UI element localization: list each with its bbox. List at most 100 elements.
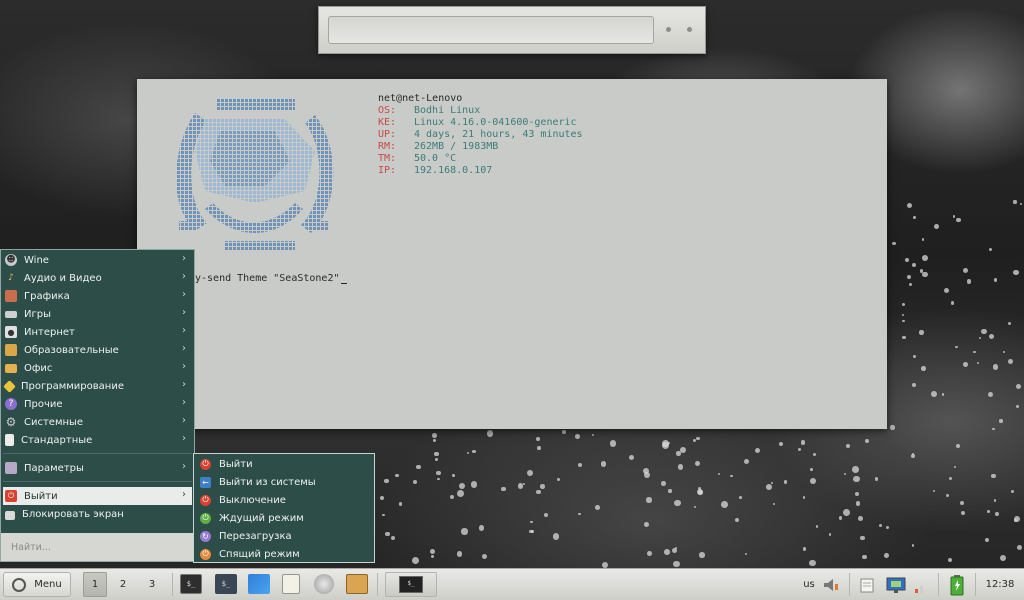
wallpaper-flower	[922, 255, 929, 262]
keyboard-layout-indicator[interactable]: us	[800, 572, 818, 597]
menu-item-system[interactable]: ⚙ Системные ›	[3, 413, 192, 431]
wallpaper-flower	[738, 495, 742, 499]
wallpaper-flower	[430, 548, 436, 554]
wallpaper-flower	[1015, 405, 1019, 409]
submenu-item-logout[interactable]: ← Выйти из системы	[196, 473, 372, 491]
wallpaper-flower	[813, 452, 817, 456]
taskbar: Menu 1 2 3 $_ $_ $_ us 12:38	[0, 568, 1024, 600]
wallpaper-flower	[945, 493, 949, 497]
wallpaper-flower	[673, 560, 680, 567]
wallpaper-flower	[481, 554, 488, 560]
wallpaper-flower	[754, 447, 761, 454]
wallpaper-flower	[434, 452, 439, 457]
menu-item-wine[interactable]: ☻ Wine ›	[3, 251, 192, 269]
submenu-item-hibernate[interactable]: ⏻ Спящий режим	[196, 545, 372, 563]
power-icon: ⏻	[200, 458, 211, 470]
menu-item-graphics[interactable]: Графика ›	[3, 287, 192, 305]
taskbar-separator	[172, 573, 173, 596]
menu-item-office[interactable]: Офис ›	[3, 359, 192, 377]
display-icon[interactable]	[884, 572, 908, 597]
wallpaper-flower	[992, 427, 995, 431]
menu-item-education[interactable]: Образовательные ›	[3, 341, 192, 359]
menu-separator	[3, 453, 192, 454]
games-icon	[5, 310, 17, 318]
browser-icon[interactable]	[314, 574, 334, 594]
wallpaper-flower	[744, 459, 750, 464]
menu-item-audio-video[interactable]: ♪ Аудио и Видео ›	[3, 269, 192, 287]
menu-button[interactable]: Menu	[3, 572, 71, 597]
terminal-hostname: net@net-Lenovo	[378, 93, 463, 104]
wallpaper-flower	[948, 476, 952, 480]
wallpaper-flower	[922, 271, 929, 278]
wallpaper-flower	[988, 248, 993, 252]
menu-item-internet[interactable]: ● Интернет ›	[3, 323, 192, 341]
wallpaper-flower	[720, 501, 728, 508]
wine-icon: ☻	[5, 254, 17, 266]
wallpaper-flower	[874, 477, 879, 482]
wallpaper-flower	[561, 430, 566, 435]
workspace-1[interactable]: 1	[83, 572, 107, 597]
logout-submenu: ⏻ Выйти ← Выйти из системы ⏻ Выключение …	[193, 453, 375, 563]
wallpaper-flower	[1013, 518, 1017, 522]
info-row-temp: TM: 50.0 °C	[378, 153, 457, 164]
terminal-alt-launcher-icon[interactable]: $_	[215, 574, 237, 594]
wallpaper-flower	[735, 518, 740, 523]
menu-item-games[interactable]: Игры ›	[3, 305, 192, 323]
wallpaper-flower	[395, 473, 400, 478]
wallpaper-flower	[809, 467, 813, 471]
archive-icon[interactable]	[346, 574, 368, 594]
wallpaper-flower	[529, 529, 533, 534]
bodhi-ascii-logo	[176, 99, 334, 251]
help-icon: ?	[5, 398, 17, 410]
submenu-item-exit[interactable]: ⏻ Выйти	[196, 455, 372, 473]
battery-icon[interactable]	[946, 572, 968, 597]
wallpaper-flower	[885, 525, 890, 529]
volume-icon[interactable]	[820, 572, 842, 597]
menu-item-programming[interactable]: Программирование ›	[3, 377, 192, 395]
wallpaper-flower	[644, 472, 651, 479]
wallpaper-flower	[953, 465, 956, 468]
clock[interactable]: 12:38	[980, 572, 1020, 597]
submenu-item-reboot[interactable]: ↻ Перезагрузка	[196, 527, 372, 545]
wallpaper-flower	[854, 491, 860, 497]
menu-item-settings[interactable]: Параметры ›	[3, 459, 192, 477]
submenu-item-shutdown[interactable]: ⏻ Выключение	[196, 491, 372, 509]
lock-icon	[5, 511, 15, 520]
settings-icon	[5, 462, 17, 474]
wallpaper-flower	[902, 335, 906, 339]
search-widget-field[interactable]	[328, 16, 654, 44]
wallpaper-flower	[680, 446, 687, 453]
menu-item-lock-screen[interactable]: Блокировать экран	[3, 505, 192, 523]
wallpaper-flower	[959, 501, 964, 506]
wallpaper-flower	[991, 473, 996, 479]
network-signal-icon[interactable]	[912, 572, 928, 597]
menu-item-other[interactable]: ? Прочие ›	[3, 395, 192, 413]
wallpaper-flower	[994, 499, 997, 502]
wallpaper-flower	[911, 543, 915, 547]
menu-search-input[interactable]: Найти...	[1, 533, 194, 561]
wallpaper-flower	[845, 443, 851, 449]
bodhi-logo-icon	[12, 577, 27, 592]
menu-item-accessories[interactable]: Стандартные ›	[3, 431, 192, 449]
wallpaper-flower	[802, 547, 806, 551]
clipboard-icon[interactable]	[856, 572, 878, 597]
terminal-window[interactable]: net@net-Lenovo OS: Bodhi Linux KE: Linux 4…	[137, 79, 887, 429]
menu-item-logout[interactable]: ⏻ Выйти ›	[3, 487, 192, 505]
widget-dot-icon[interactable]	[666, 27, 671, 32]
file-manager-icon[interactable]	[248, 574, 270, 594]
wallpaper-flower	[909, 282, 913, 286]
workspace-2[interactable]: 2	[111, 572, 135, 597]
wallpaper-flower	[905, 258, 910, 263]
info-row-uptime: UP: 4 days, 21 hours, 43 minutes	[378, 129, 583, 140]
wallpaper-flower	[578, 513, 581, 516]
wallpaper-flower	[433, 439, 436, 443]
widget-dot-icon[interactable]	[687, 27, 692, 32]
terminal-launcher-icon[interactable]: $_	[180, 574, 202, 594]
workspace-3[interactable]: 3	[140, 572, 164, 597]
taskbar-separator	[938, 573, 939, 596]
submenu-item-suspend[interactable]: ⏻ Ждущий режим	[196, 509, 372, 527]
text-editor-icon[interactable]	[282, 574, 300, 594]
taskbar-window-terminal[interactable]: $_	[385, 572, 437, 597]
wallpaper-flower	[950, 301, 955, 305]
wallpaper-flower	[838, 516, 843, 520]
